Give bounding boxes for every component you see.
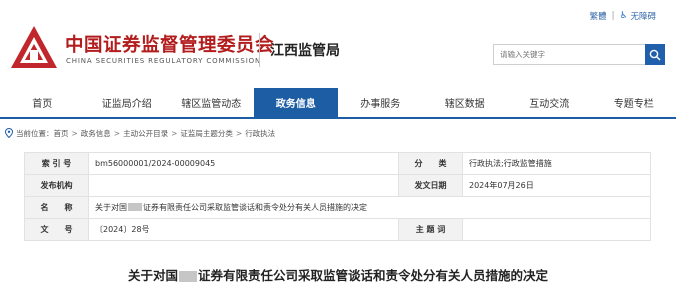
doc-name-part-2: 证券有限责任公司采取监管谈话和责令处分有关人员措施的决定: [143, 203, 367, 212]
breadcrumb-separator: >: [113, 128, 121, 138]
nav-regional-data[interactable]: 辖区数据: [423, 88, 508, 117]
publisher-label: 发布机构: [24, 174, 89, 197]
issue-date-label: 发文日期: [398, 174, 463, 197]
accessibility-icon[interactable]: ♿: [619, 11, 628, 21]
search-icon: [649, 49, 661, 61]
article-title-part-2: 证券有限责任公司采取监管谈话和责令处分有关人员措施的决定: [198, 268, 549, 283]
bureau-name: 江西监管局: [270, 43, 340, 59]
org-en-name: CHINA SECURITIES REGULATORY COMMISSION: [66, 57, 262, 65]
redaction-mark: [179, 271, 197, 282]
breadcrumb-prefix: 当前位置：: [16, 128, 54, 138]
publisher-value: [88, 174, 399, 197]
nav-special-topics[interactable]: 专题专栏: [592, 88, 676, 117]
index-number-label: 索 引 号: [24, 152, 89, 175]
nav-bureau-intro[interactable]: 证监局介绍: [85, 88, 170, 117]
keywords-value: [462, 218, 651, 241]
csrc-logo[interactable]: [9, 24, 59, 70]
header-divider: [259, 33, 260, 67]
doc-name-label: 名 称: [24, 196, 89, 219]
table-row: 文 号 〔2024〕28号 主 题 词: [24, 218, 651, 241]
index-number-value: bm56000001/2024-00009045: [88, 152, 399, 175]
search-input[interactable]: [493, 44, 645, 65]
main-nav: 首页 证监局介绍 辖区监管动态 政务信息 办事服务 辖区数据 互动交流 专题专栏: [0, 88, 676, 119]
nav-government-info[interactable]: 政务信息: [253, 88, 338, 117]
utility-links: 繁體 | ♿ 无障碍: [590, 9, 656, 23]
breadcrumb-public-catalog[interactable]: 主动公开目录: [123, 128, 168, 139]
search-bar: [493, 44, 665, 65]
location-pin-icon: [5, 128, 13, 138]
category-value: 行政执法;行政监管措施: [462, 152, 651, 175]
document-info-table: 索 引 号 bm56000001/2024-00009045 分 类 行政执法;…: [24, 152, 651, 241]
table-row: 发布机构 发文日期 2024年07月26日: [24, 174, 651, 197]
traditional-chinese-link[interactable]: 繁體: [590, 10, 607, 22]
redaction-mark: [128, 203, 142, 211]
category-label: 分 类: [398, 152, 463, 175]
accessibility-link[interactable]: 无障碍: [630, 10, 656, 22]
issue-date-value: 2024年07月26日: [462, 174, 651, 197]
doc-name-value: 关于对国 证券有限责任公司采取监管谈话和责令处分有关人员措施的决定: [88, 196, 651, 219]
doc-name-part-1: 关于对国: [95, 203, 127, 212]
breadcrumb-separator: >: [171, 128, 178, 138]
nav-services[interactable]: 办事服务: [338, 88, 423, 117]
keywords-label: 主 题 词: [398, 218, 463, 241]
breadcrumb: 当前位置： 首页 > 政务信息 > 主动公开目录 > 证监局主题分类 > 行政执…: [5, 126, 275, 140]
breadcrumb-separator: >: [235, 128, 243, 138]
search-button[interactable]: [645, 44, 665, 65]
nav-regulatory-news[interactable]: 辖区监管动态: [169, 88, 254, 117]
doc-number-label: 文 号: [24, 218, 89, 241]
breadcrumb-enforcement[interactable]: 行政执法: [245, 128, 275, 139]
table-row: 名 称 关于对国 证券有限责任公司采取监管谈话和责令处分有关人员措施的决定: [24, 196, 651, 219]
article-title-part-1: 关于对国: [127, 268, 178, 283]
utility-separator: |: [611, 11, 615, 21]
breadcrumb-gov-info[interactable]: 政务信息: [81, 128, 111, 139]
table-row: 索 引 号 bm56000001/2024-00009045 分 类 行政执法;…: [24, 152, 651, 175]
doc-number-value: 〔2024〕28号: [88, 218, 399, 241]
article-title: 关于对国 证券有限责任公司采取监管谈话和责令处分有关人员措施的决定: [0, 265, 676, 284]
breadcrumb-separator: >: [71, 128, 78, 138]
breadcrumb-home[interactable]: 首页: [54, 128, 69, 139]
org-cn-name: 中国证券监督管理委员会: [65, 35, 275, 56]
nav-interaction[interactable]: 互动交流: [507, 88, 592, 117]
breadcrumb-topic-category[interactable]: 证监局主题分类: [180, 128, 233, 139]
site-header: 中国证券监督管理委员会 CHINA SECURITIES REGULATORY …: [0, 0, 676, 88]
nav-home[interactable]: 首页: [0, 88, 85, 117]
